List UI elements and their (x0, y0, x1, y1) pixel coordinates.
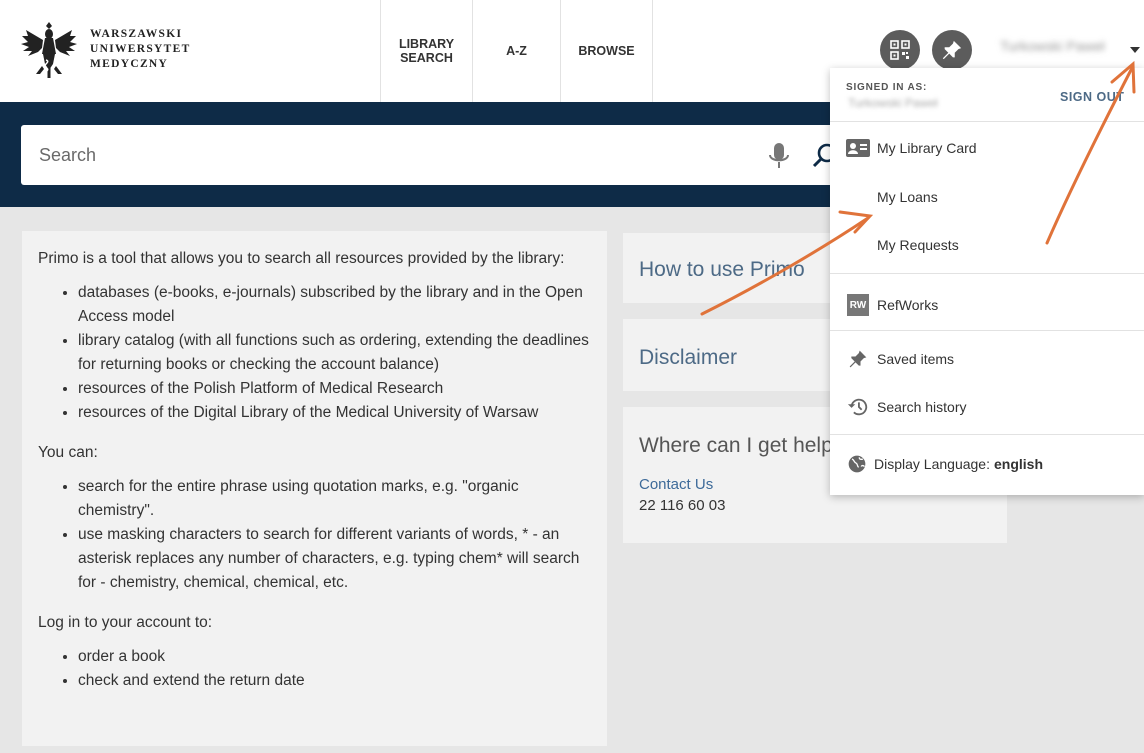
refworks-badge: RW (847, 294, 869, 316)
divider (830, 273, 1144, 274)
search-box (21, 125, 851, 185)
qr-code-icon (890, 40, 910, 60)
language-value: english (993, 456, 1043, 472)
list-item: search for the entire phrase using quota… (78, 475, 591, 523)
pinned-items-button[interactable] (932, 30, 972, 70)
university-logo[interactable]: WARSZAWSKI UNIWERSYTET MEDYCZNY (16, 14, 196, 84)
pin-icon (846, 347, 870, 371)
menu-item-label: My Library Card (877, 140, 977, 156)
nav-library-search[interactable]: LIBRARY SEARCH (380, 0, 472, 102)
globe-icon (846, 452, 867, 476)
list-item: order a book (78, 645, 591, 669)
microphone-icon[interactable] (766, 141, 792, 171)
university-name: WARSZAWSKI UNIWERSYTET MEDYCZNY (90, 27, 191, 72)
list-item: resources of the Polish Platform of Medi… (78, 377, 591, 401)
menu-item-history[interactable]: Search history (846, 395, 966, 419)
list-item: resources of the Digital Library of the … (78, 401, 591, 425)
nav-a-z[interactable]: A-Z (472, 0, 560, 102)
login-intro-text: Log in to your account to: (38, 614, 213, 631)
intro-card: Primo is a tool that allows you to searc… (22, 231, 607, 746)
logo-line: WARSZAWSKI (90, 27, 183, 40)
divider (830, 434, 1144, 435)
menu-item-label: Display Language: (874, 456, 990, 472)
menu-item-label: Search history (877, 399, 967, 415)
you-can-text: You can: (38, 444, 98, 461)
divider (830, 121, 1144, 122)
list-item: databases (e-books, e-journals) subscrib… (78, 281, 591, 329)
menu-item-label: Saved items (877, 351, 955, 367)
list-item: library catalog (with all functions such… (78, 329, 591, 377)
list-item: use masking characters to search for dif… (78, 523, 591, 595)
signed-in-user: Turkowski Paweł (848, 96, 938, 110)
resources-list: databases (e-books, e-journals) subscrib… (38, 281, 591, 425)
menu-item-language[interactable]: Display Language: english (846, 452, 1043, 476)
qr-code-button[interactable] (880, 30, 920, 70)
sign-out-button[interactable]: SIGN OUT (1060, 90, 1124, 104)
signed-in-label: SIGNED IN AS: (846, 82, 928, 93)
nav-browse[interactable]: BROWSE (560, 0, 653, 102)
login-list: order a book check and extend the return… (38, 645, 591, 693)
list-item: check and extend the return date (78, 669, 591, 693)
history-icon (846, 395, 870, 419)
divider (830, 330, 1144, 331)
eagle-emblem-icon (21, 22, 77, 78)
logo-line: UNIWERSYTET (90, 42, 191, 55)
tips-list: search for the entire phrase using quota… (38, 475, 591, 595)
pin-icon (942, 40, 962, 60)
phone-number: 22 116 60 03 (639, 497, 726, 514)
main-nav: LIBRARY SEARCH A-Z BROWSE (380, 0, 653, 102)
menu-item-requests[interactable]: My Requests (846, 233, 959, 257)
menu-item-loans[interactable]: My Loans (846, 185, 938, 209)
menu-item-refworks[interactable]: RW RefWorks (846, 293, 938, 317)
intro-text: Primo is a tool that allows you to searc… (38, 250, 565, 267)
menu-item-library-card[interactable]: My Library Card (846, 136, 977, 160)
user-menu-dropdown: SIGNED IN AS: Turkowski Paweł SIGN OUT M… (830, 68, 1144, 495)
menu-item-label: RefWorks (877, 297, 939, 313)
refworks-icon: RW (846, 293, 870, 317)
menu-item-label: My Requests (877, 237, 959, 253)
search-input[interactable] (39, 125, 739, 185)
logo-line: MEDYCZNY (90, 57, 169, 70)
id-card-icon (846, 136, 870, 160)
menu-item-saved[interactable]: Saved items (846, 347, 954, 371)
menu-item-label: My Loans (877, 189, 938, 205)
user-name[interactable]: Turkowski Paweł (1000, 38, 1105, 54)
chevron-down-icon[interactable] (1130, 47, 1140, 53)
